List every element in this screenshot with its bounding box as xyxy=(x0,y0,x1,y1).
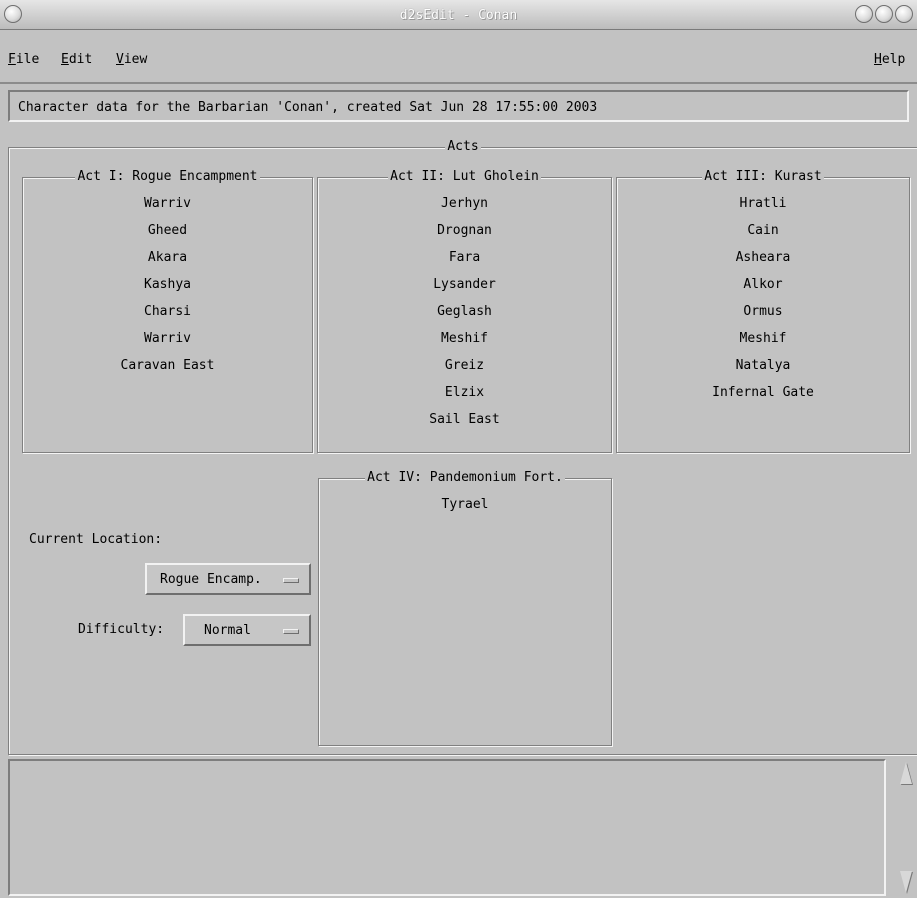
menu-edit[interactable]: Edit xyxy=(61,52,92,67)
scroll-up-arrow-icon[interactable] xyxy=(900,762,912,784)
act1-npc-item: Caravan East xyxy=(120,358,215,373)
close-button[interactable] xyxy=(895,5,913,23)
title-bar[interactable]: d2sEdit - Conan xyxy=(0,0,917,30)
current-location-option-menu[interactable]: Rogue Encamp. xyxy=(145,563,311,595)
act3-npc-item: Cain xyxy=(747,223,779,238)
act4-title-wrap: Act IV: Pandemonium Fort. xyxy=(319,470,611,486)
menu-help-label: elp xyxy=(881,52,906,67)
act1-group: Act I: Rogue Encampment Warriv Gheed Akara… xyxy=(22,169,313,453)
act2-npc-item: Fara xyxy=(448,250,481,265)
act2-npc-item: Drognan xyxy=(437,223,492,238)
act2-npc-list: Jerhyn Drognan Fara Lysander Geglash Meshif Gr… xyxy=(318,196,611,439)
difficulty-option-menu[interactable]: Normal xyxy=(183,614,311,646)
act2-npc-item: Greiz xyxy=(444,358,485,373)
act2-npc-item: Sail East xyxy=(429,412,500,427)
act1-npc-item: Kashya xyxy=(144,277,191,292)
act2-npc-item: Elzix xyxy=(444,385,485,400)
act3-npc-item: Ormus xyxy=(743,304,783,319)
menu-view-label: iew xyxy=(123,52,148,67)
menu-edit-label: dit xyxy=(68,52,93,67)
option-menu-indicator-icon xyxy=(283,578,299,583)
act4-npc-list: Tyrael xyxy=(319,497,611,524)
act2-npc-item: Geglash xyxy=(437,304,492,319)
menu-view[interactable]: View xyxy=(116,52,147,67)
act2-npc-item: Lysander xyxy=(433,277,496,292)
menu-edit-mnemonic: E xyxy=(61,52,69,67)
act1-npc-item: Warriv xyxy=(144,331,191,346)
act3-npc-item: Meshif xyxy=(739,331,787,346)
act3-npc-item: Infernal Gate xyxy=(712,385,814,400)
menu-file-mnemonic: F xyxy=(8,52,16,67)
acts-label-wrap: Acts xyxy=(9,139,917,155)
act2-title: Act II: Lut Gholein xyxy=(388,169,541,184)
output-text-area[interactable] xyxy=(8,759,886,896)
act4-group: Act IV: Pandemonium Fort. Tyrael xyxy=(318,470,612,746)
option-menu-indicator-icon xyxy=(283,629,299,634)
menu-bar: File Edit View Help xyxy=(0,30,917,84)
act3-npc-list: Hratli Cain Asheara Alkor Ormus Meshif Natalya… xyxy=(617,196,909,412)
act1-npc-item: Akara xyxy=(147,250,188,265)
menu-help-mnemonic: H xyxy=(874,52,882,67)
menu-file[interactable]: File xyxy=(8,52,39,67)
acts-label: Acts xyxy=(445,139,481,154)
character-info-text: Character data for the Barbarian 'Conan'… xyxy=(18,100,598,115)
act2-npc-item: Meshif xyxy=(441,331,488,346)
act2-npc-item: Jerhyn xyxy=(441,196,488,211)
act1-npc-item: Gheed xyxy=(147,223,188,238)
act3-title-wrap: Act III: Kurast xyxy=(617,169,909,185)
act3-title: Act III: Kurast xyxy=(702,169,824,184)
difficulty-value: Normal xyxy=(204,623,251,638)
window-title: d2sEdit - Conan xyxy=(399,8,518,23)
current-location-label: Current Location: xyxy=(29,532,163,547)
character-info-field: Character data for the Barbarian 'Conan'… xyxy=(8,90,909,122)
current-location-value: Rogue Encamp. xyxy=(160,572,262,587)
act2-group: Act II: Lut Gholein Jerhyn Drognan Fara Lys… xyxy=(317,169,612,453)
act4-title: Act IV: Pandemonium Fort. xyxy=(365,470,565,485)
act3-group: Act III: Kurast Hratli Cain Asheara Alkor Or… xyxy=(616,169,910,453)
menu-file-label: ile xyxy=(15,52,40,67)
act1-title-wrap: Act I: Rogue Encampment xyxy=(23,169,312,185)
act3-npc-item: Hratli xyxy=(739,196,787,211)
act4-npc-item: Tyrael xyxy=(441,497,489,512)
scroll-down-arrow-icon[interactable] xyxy=(900,871,912,893)
act1-title: Act I: Rogue Encampment xyxy=(75,169,260,184)
menu-view-mnemonic: V xyxy=(116,52,124,67)
act1-npc-list: Warriv Gheed Akara Kashya Charsi Warriv Carava… xyxy=(23,196,312,385)
act3-npc-item: Alkor xyxy=(743,277,783,292)
minimize-button[interactable] xyxy=(855,5,873,23)
act1-npc-item: Warriv xyxy=(144,196,191,211)
act3-npc-item: Natalya xyxy=(735,358,791,373)
maximize-button[interactable] xyxy=(875,5,893,23)
act3-npc-item: Asheara xyxy=(735,250,791,265)
difficulty-label: Difficulty: xyxy=(78,622,165,637)
menu-help[interactable]: Help xyxy=(874,52,905,67)
vertical-scrollbar[interactable] xyxy=(896,759,917,896)
act2-title-wrap: Act II: Lut Gholein xyxy=(318,169,611,185)
act1-npc-item: Charsi xyxy=(144,304,191,319)
